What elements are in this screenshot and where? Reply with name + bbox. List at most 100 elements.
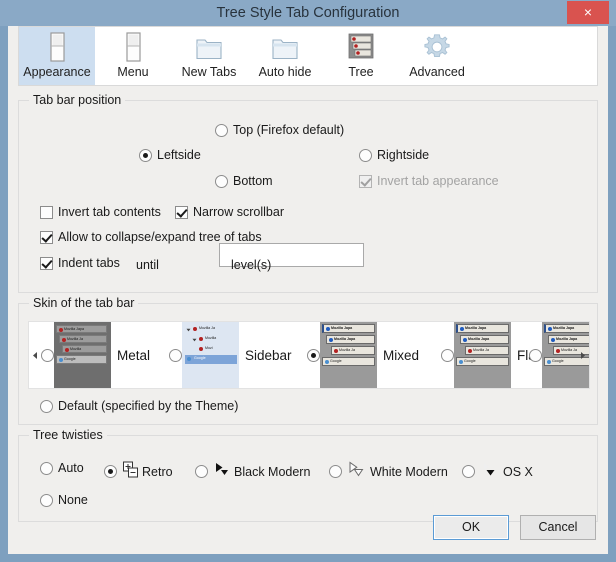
toolbar-item-menu[interactable]: Menu [95, 27, 171, 85]
checkbox-indicator [359, 175, 372, 188]
skin-option-mixed[interactable]: Mozilla Japa Mozilla Japa Mozilla Ja Goo… [307, 322, 425, 388]
skin-list[interactable]: Mozilla Japa Mozilla Ja Mozilla Google M… [28, 321, 590, 389]
radio-indicator[interactable] [169, 349, 182, 362]
tabbar-vertical-icon [42, 31, 72, 63]
checkbox-indicator[interactable] [40, 231, 53, 244]
scroll-left-icon[interactable] [30, 348, 41, 362]
toolbar-item-appearance[interactable]: Appearance [19, 27, 95, 85]
radio-indicator[interactable] [40, 400, 53, 413]
black-triangle-icon [213, 461, 233, 482]
skin-thumbnail-sidebar: Mozilla Ja Mozilla Mozi Google [182, 322, 239, 388]
toolbar-item-label: Advanced [409, 65, 465, 79]
radio-twisty-retro[interactable]: Retro [104, 461, 173, 482]
group-title: Tree twisties [29, 428, 107, 442]
radio-twisty-auto[interactable]: Auto [40, 461, 84, 475]
window-title: Tree Style Tab Configuration [0, 0, 616, 26]
toolbar-item-tree[interactable]: Tree [323, 27, 399, 85]
radio-twisty-osx[interactable]: OS X [462, 461, 533, 482]
radio-indicator[interactable] [40, 494, 53, 507]
skin-option-default[interactable]: Default (specified by the Theme) [40, 399, 238, 413]
osx-triangle-icon [480, 461, 502, 482]
radio-label: Rightside [377, 148, 429, 162]
radio-label: OS X [503, 465, 533, 479]
retro-plusbox-icon [122, 461, 140, 482]
toolbar-item-auto-hide[interactable]: Auto hide [247, 27, 323, 85]
until-label: until [136, 258, 159, 272]
folder-icon [194, 31, 224, 63]
title-bar: Tree Style Tab Configuration × [0, 0, 616, 26]
radio-position-leftside[interactable]: Leftside [139, 148, 201, 162]
folder-icon [270, 31, 300, 63]
toolbar-item-label: Auto hide [259, 65, 312, 79]
radio-label: Bottom [233, 174, 273, 188]
radio-label: Retro [142, 465, 173, 479]
skin-label: Metal [117, 348, 150, 363]
cancel-button[interactable]: Cancel [520, 515, 596, 540]
skin-option-sidebar[interactable]: Mozilla Ja Mozilla Mozi Google Sidebar [169, 322, 298, 388]
radio-indicator[interactable] [215, 175, 228, 188]
checkbox-indent-tabs[interactable]: Indent tabs [40, 256, 120, 270]
close-button[interactable]: × [567, 1, 609, 24]
radio-label: White Modern [370, 465, 448, 479]
checkbox-label: Invert tab contents [58, 205, 161, 219]
levels-label: level(s) [231, 258, 271, 272]
radio-indicator[interactable] [41, 349, 54, 362]
skin-group: Skin of the tab bar Mozilla Japa Mozilla… [18, 303, 598, 425]
checkbox-narrow-scrollbar[interactable]: Narrow scrollbar [175, 205, 284, 219]
dialog-window: Tree Style Tab Configuration × Appearanc… [0, 0, 616, 562]
skin-option-metal[interactable]: Mozilla Japa Mozilla Ja Mozilla Google M… [41, 322, 156, 388]
toolbar-item-label: New Tabs [182, 65, 237, 79]
radio-indicator[interactable] [359, 149, 372, 162]
toolbar-item-label: Tree [348, 65, 373, 79]
tab-bar-position-group: Tab bar position Top (Firefox default) L… [18, 100, 598, 293]
radio-indicator[interactable] [462, 465, 475, 478]
radio-indicator[interactable] [195, 465, 208, 478]
skin-thumbnail-metal: Mozilla Japa Mozilla Ja Mozilla Google [54, 322, 111, 388]
radio-indicator[interactable] [104, 465, 117, 478]
radio-indicator[interactable] [307, 349, 320, 362]
gear-icon [422, 31, 452, 63]
toolbar-item-label: Menu [117, 65, 148, 79]
radio-indicator[interactable] [529, 349, 542, 362]
checkbox-indicator[interactable] [40, 206, 53, 219]
dialog-client-area: Appearance Menu [8, 26, 608, 554]
radio-label: Auto [58, 461, 84, 475]
radio-indicator[interactable] [215, 124, 228, 137]
skin-thumbnail-mixed: Mozilla Japa Mozilla Japa Mozilla Ja Goo… [320, 322, 377, 388]
checkbox-invert-tab-contents[interactable]: Invert tab contents [40, 205, 161, 219]
toolbar-item-advanced[interactable]: Advanced [399, 27, 475, 85]
radio-indicator[interactable] [40, 462, 53, 475]
group-title: Skin of the tab bar [29, 296, 138, 310]
toolbar-item-label: Appearance [23, 65, 90, 79]
radio-label: None [58, 493, 88, 507]
radio-label: Leftside [157, 148, 201, 162]
checkbox-label: Allow to collapse/expand tree of tabs [58, 230, 262, 244]
skin-default-label: Default (specified by the Theme) [58, 399, 238, 413]
category-toolbar: Appearance Menu [18, 26, 598, 86]
radio-label: Top (Firefox default) [233, 123, 344, 137]
skin-thumbnail-flat: Mozilla Japa Mozilla Japa Mozilla Ja Goo… [454, 322, 511, 388]
radio-twisty-none[interactable]: None [40, 493, 88, 507]
checkbox-invert-tab-appearance: Invert tab appearance [359, 174, 499, 188]
ok-button[interactable]: OK [433, 515, 509, 540]
checkbox-indicator[interactable] [40, 257, 53, 270]
toolbar-item-new-tabs[interactable]: New Tabs [171, 27, 247, 85]
scroll-right-icon[interactable] [577, 348, 588, 362]
radio-twisty-black-modern[interactable]: Black Modern [195, 461, 310, 482]
tabbar-vertical-icon [118, 31, 148, 63]
skin-label: Sidebar [245, 348, 292, 363]
radio-position-rightside[interactable]: Rightside [359, 148, 429, 162]
checkbox-allow-collapse-expand[interactable]: Allow to collapse/expand tree of tabs [40, 230, 262, 244]
radio-position-bottom[interactable]: Bottom [215, 174, 273, 188]
checkbox-label: Invert tab appearance [377, 174, 499, 188]
group-title: Tab bar position [29, 93, 125, 107]
white-triangle-icon [347, 461, 369, 482]
checkbox-label: Indent tabs [58, 256, 120, 270]
radio-indicator[interactable] [139, 149, 152, 162]
radio-twisty-white-modern[interactable]: White Modern [329, 461, 448, 482]
tree-list-icon [346, 31, 376, 63]
radio-position-top[interactable]: Top (Firefox default) [215, 123, 344, 137]
checkbox-indicator[interactable] [175, 206, 188, 219]
radio-indicator[interactable] [441, 349, 454, 362]
radio-indicator[interactable] [329, 465, 342, 478]
